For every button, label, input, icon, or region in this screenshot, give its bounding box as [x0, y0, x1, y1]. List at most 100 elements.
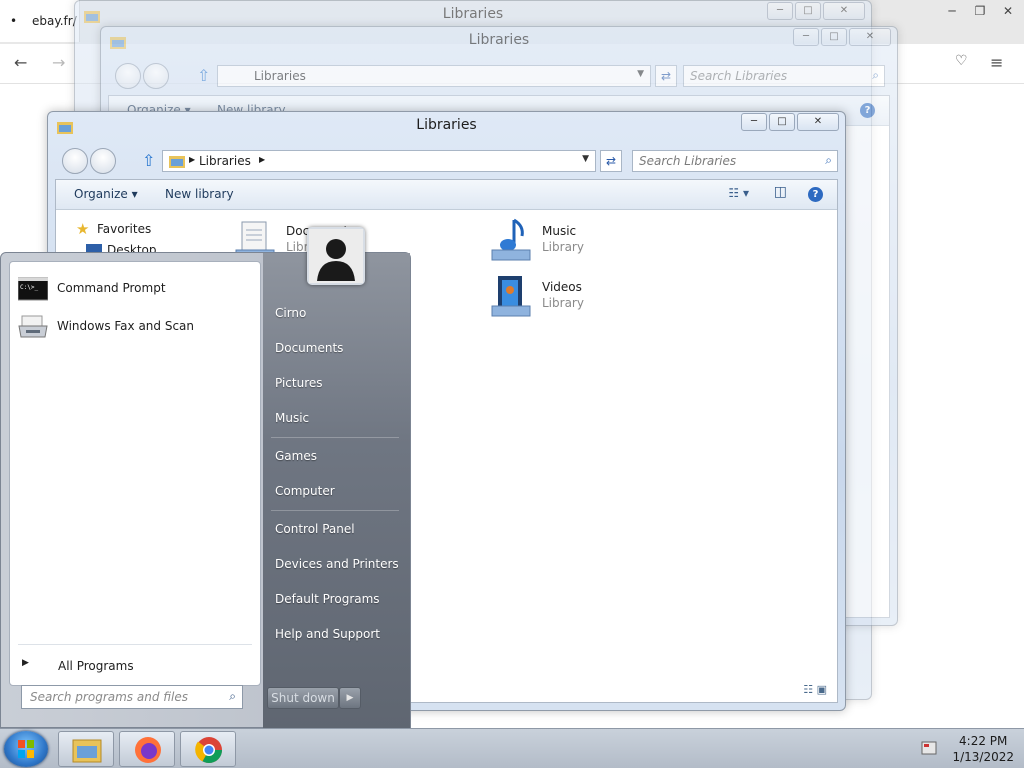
minimize-button[interactable]: ─ [741, 113, 767, 131]
start-item-help-and-support[interactable]: Help and Support [275, 627, 380, 641]
forward-arrow-icon[interactable]: → [52, 53, 65, 72]
breadcrumb-arrow-icon[interactable]: ▶ [259, 155, 265, 164]
taskbar-firefox-button[interactable] [119, 731, 175, 767]
clock-date: 1/13/2022 [952, 750, 1014, 764]
start-item-music[interactable]: Music [275, 411, 309, 425]
chrome-icon [195, 737, 223, 764]
library-type: Library [542, 240, 584, 254]
maximize-button[interactable]: □ [769, 113, 795, 131]
command-bar: Organize ▾ New library ☷ ▾ ◫ ? [56, 180, 837, 210]
navigation-row: ⇧ Libraries ▼ ⇄ Search Libraries ⌕ [109, 63, 889, 89]
taskbar: 4:22 PM 1/13/2022 [0, 728, 1024, 768]
forward-button[interactable] [90, 148, 116, 174]
breadcrumb-separator-icon[interactable]: ▶ [189, 155, 195, 164]
up-arrow-icon[interactable]: ⇧ [142, 151, 155, 170]
user-silhouette-icon [309, 229, 363, 283]
view-mode-icons[interactable]: ☷ ▣ [803, 683, 827, 696]
shut-down-options-button[interactable]: ▶ [339, 687, 361, 709]
program-windows-fax-and-scan[interactable]: Windows Fax and Scan [14, 312, 254, 344]
help-icon[interactable]: ? [808, 186, 823, 202]
forward-button[interactable] [143, 63, 169, 89]
address-bar[interactable]: Libraries ▼ [217, 65, 651, 87]
browser-restore-button[interactable]: ❐ [966, 2, 994, 20]
shut-down-button[interactable]: Shut down [267, 687, 339, 709]
refresh-button[interactable]: ⇄ [655, 65, 677, 87]
chevron-down-icon[interactable]: ▼ [637, 69, 644, 79]
pocket-icon[interactable]: ♡ [955, 53, 968, 69]
start-menu-programs-pane: C:\>_ Command Prompt Windows Fax and Sca… [9, 261, 261, 686]
minimize-button[interactable]: ─ [793, 28, 819, 46]
search-input[interactable]: Search Libraries ⌕ [632, 150, 838, 172]
window-controls: ─ □ ✕ [793, 28, 891, 46]
up-arrow-icon[interactable]: ⇧ [197, 66, 210, 85]
menu-icon[interactable]: ≡ [990, 53, 1003, 72]
library-name: Videos [542, 280, 582, 294]
close-button[interactable]: ✕ [849, 28, 891, 46]
windows-explorer-icon [72, 739, 102, 763]
firefox-icon [135, 737, 161, 763]
tab-dot: • [10, 14, 18, 28]
svg-text:C:\>_: C:\>_ [20, 284, 38, 291]
minimize-button[interactable]: ─ [767, 2, 793, 20]
back-button[interactable] [62, 148, 88, 174]
start-item-devices-and-printers[interactable]: Devices and Printers [275, 557, 399, 571]
organize-label: Organize [74, 187, 128, 201]
back-button[interactable] [115, 63, 141, 89]
start-item-default-programs[interactable]: Default Programs [275, 592, 380, 606]
start-menu-places-pane: Cirno Documents Pictures Music Games Com… [263, 253, 410, 729]
search-placeholder: Search Libraries [690, 69, 788, 83]
action-center-flag-icon[interactable] [920, 739, 938, 757]
search-icon[interactable]: ⌕ [229, 689, 236, 704]
divider [271, 510, 399, 511]
browser-tab[interactable]: • ebay.fr/ [0, 0, 80, 42]
tab-title: ebay.fr/ [32, 14, 77, 28]
start-item-computer[interactable]: Computer [275, 484, 335, 498]
start-item-pictures[interactable]: Pictures [275, 376, 323, 390]
search-icon[interactable]: ⌕ [825, 153, 832, 168]
close-button[interactable]: ✕ [797, 113, 839, 131]
chevron-down-icon[interactable]: ▼ [582, 154, 589, 164]
library-videos[interactable]: Videos Library [488, 274, 688, 324]
new-library-button[interactable]: New library [165, 187, 234, 201]
program-command-prompt[interactable]: C:\>_ Command Prompt [14, 274, 254, 306]
start-item-games[interactable]: Games [275, 449, 317, 463]
start-item-control-panel[interactable]: Control Panel [275, 522, 355, 536]
star-icon: ★ [76, 220, 90, 238]
start-item-user[interactable]: Cirno [275, 306, 306, 320]
search-placeholder: Search Libraries [639, 154, 737, 168]
view-options-icon[interactable]: ☷ ▾ [728, 186, 749, 200]
fax-scanner-icon [18, 315, 48, 338]
user-avatar[interactable] [307, 227, 365, 285]
videos-library-icon [491, 276, 531, 317]
address-bar[interactable]: ▶ Libraries ▶ ▼ [162, 150, 596, 172]
browser-close-button[interactable]: ✕ [994, 2, 1022, 20]
start-search-input[interactable]: Search programs and files ⌕ [21, 685, 243, 709]
close-button[interactable]: ✕ [823, 2, 865, 20]
program-label: Windows Fax and Scan [57, 319, 195, 333]
organize-button[interactable]: Organize ▾ [74, 187, 138, 201]
maximize-button[interactable]: □ [795, 2, 821, 20]
help-icon[interactable]: ? [860, 102, 875, 118]
back-arrow-icon[interactable]: ← [14, 53, 27, 72]
taskbar-explorer-button[interactable] [58, 731, 114, 767]
refresh-button[interactable]: ⇄ [600, 150, 622, 172]
preview-pane-icon[interactable]: ◫ [774, 184, 787, 200]
nav-favorites[interactable]: Favorites [97, 222, 151, 236]
navigation-row: ⇧ ▶ Libraries ▶ ▼ ⇄ Search Libraries ⌕ [56, 148, 838, 174]
maximize-button[interactable]: □ [821, 28, 847, 46]
library-type: Library [542, 296, 584, 310]
breadcrumb[interactable]: Libraries [199, 154, 251, 168]
system-clock[interactable]: 4:22 PM 1/13/2022 [952, 733, 1014, 765]
breadcrumb[interactable]: Libraries [254, 69, 306, 83]
start-button[interactable] [4, 731, 48, 767]
search-icon[interactable]: ⌕ [872, 68, 879, 83]
search-input[interactable]: Search Libraries ⌕ [683, 65, 885, 87]
library-music[interactable]: Music Library [488, 218, 688, 268]
start-item-documents[interactable]: Documents [275, 341, 343, 355]
all-programs-button[interactable]: ▶ All Programs [18, 655, 252, 679]
taskbar-chrome-button[interactable] [180, 731, 236, 767]
browser-minimize-button[interactable]: ─ [938, 2, 966, 20]
start-menu: C:\>_ Command Prompt Windows Fax and Sca… [0, 227, 411, 729]
program-label: Command Prompt [57, 281, 166, 295]
window-title: Libraries [468, 32, 530, 48]
